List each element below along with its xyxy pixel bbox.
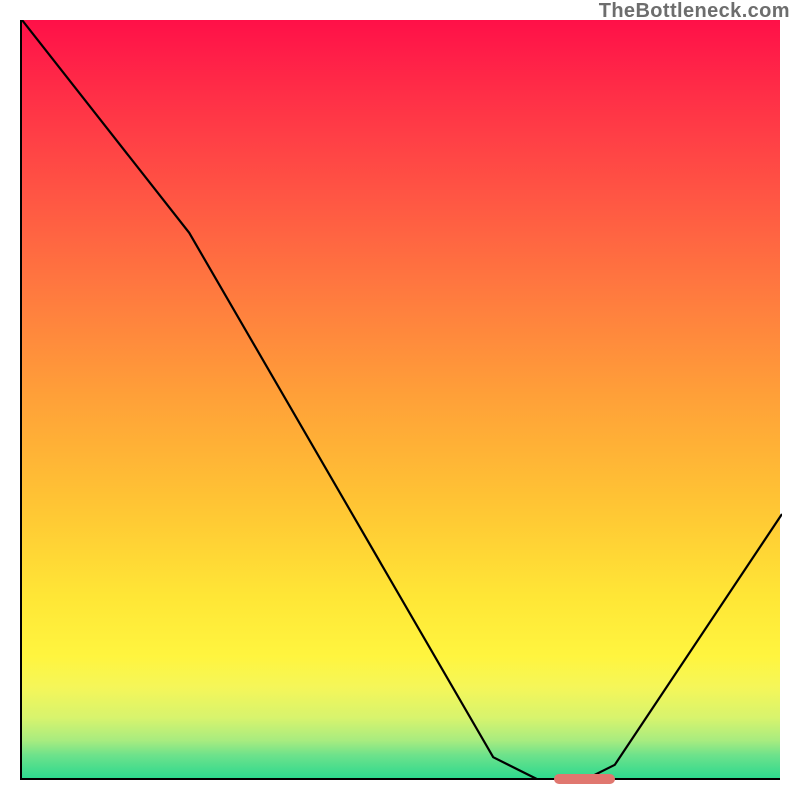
plot-area bbox=[20, 20, 780, 780]
chart-container: TheBottleneck.com bbox=[0, 0, 800, 800]
highlight-marker bbox=[554, 774, 615, 784]
curve-svg bbox=[22, 20, 782, 780]
bottleneck-curve bbox=[22, 20, 782, 780]
